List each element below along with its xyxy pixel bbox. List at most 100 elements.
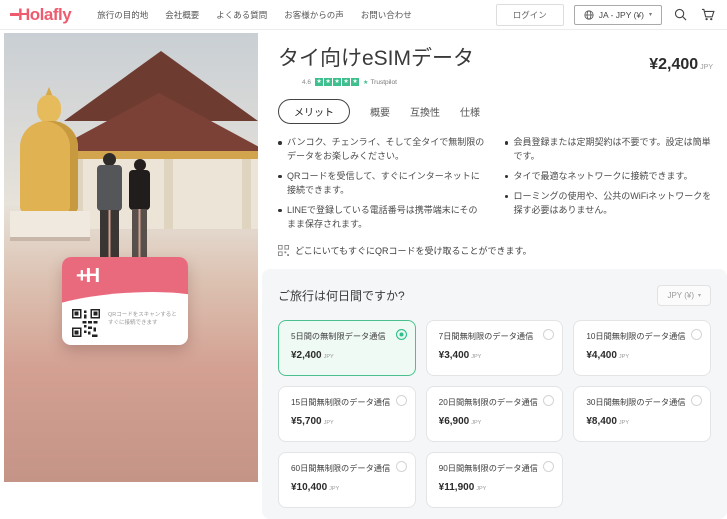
radio-selected-icon[interactable] [396,329,407,340]
plan-price-currency: JPY [471,354,481,360]
plan-price: ¥6,900JPY [439,416,539,427]
tourist-woman [132,209,147,261]
tab-overview[interactable]: 概要 [370,104,390,119]
nav-about[interactable]: 会社概要 [165,9,199,21]
star-icon: ★ [333,78,341,86]
search-icon [674,8,687,21]
search-button[interactable] [672,6,689,23]
tourist-woman [129,170,150,210]
globe-icon [584,10,594,20]
plan-price-currency: JPY [619,354,629,360]
tab-compatibility[interactable]: 互換性 [410,104,440,119]
buddha-statue [20,121,78,213]
plan-price: ¥10,400JPY [291,482,391,493]
header: Holafly 旅行の目的地 会社概要 よくある質問 お客様からの声 お問い合わ… [0,0,727,30]
main-nav: 旅行の目的地 会社概要 よくある質問 お客様からの声 お問い合わせ [97,9,412,21]
plan-label: 60日間無制限のデータ通信 [291,463,391,474]
cart-button[interactable] [699,6,717,23]
star-icon: ★ [342,78,350,86]
plan-label: 7日間無制限のデータ通信 [439,331,539,342]
plan-option-10days[interactable]: 10日間無制限のデータ通信 ¥4,400JPY [573,320,711,376]
plan-price: ¥8,400JPY [586,416,686,427]
tab-specs[interactable]: 仕様 [460,104,480,119]
plan-price-amount: ¥10,400 [291,482,327,493]
radio-icon[interactable] [543,395,554,406]
tourist-man [97,165,122,211]
plan-price-currency: JPY [324,354,334,360]
star-rating-icons: ★★★★★ [315,78,359,86]
benefit-item: LINEで登録している電話番号は携帯端末にそのまま保存されます。 [278,204,487,232]
nav-testimonials[interactable]: お客様からの声 [284,9,344,21]
price-currency: JPY [700,64,713,71]
holafly-logo[interactable]: Holafly [10,5,71,25]
radio-icon[interactable] [396,461,407,472]
locale-label: JA - JPY (¥) [599,10,644,20]
plan-price: ¥2,400JPY [291,350,391,361]
plan-option-20days[interactable]: 20日間無制限のデータ通信 ¥6,900JPY [426,386,564,442]
plan-label: 30日間無制限のデータ通信 [586,397,686,408]
plan-option-15days[interactable]: 15日間無制限のデータ通信 ¥5,700JPY [278,386,416,442]
star-icon: ★ [315,78,323,86]
product-content: タイ向けeSIMデータ ¥2,400JPY 4.6 ★★★★★ Trustpil… [260,30,727,482]
benefits-left-column: バンコク、チェンライ、そして全タイで無制限のデータをお楽しみください。 QRコー… [278,136,487,238]
plan-option-90days[interactable]: 90日間無制限のデータ通信 ¥11,900JPY [426,452,564,508]
radio-icon[interactable] [691,329,702,340]
currency-dropdown-label: JPY (¥) [667,291,694,300]
plan-price-currency: JPY [471,420,481,426]
locale-selector[interactable]: JA - JPY (¥) ▾ [574,5,662,25]
rating-widget[interactable]: 4.6 ★★★★★ Trustpilot [302,78,713,86]
plan-price-amount: ¥2,400 [291,350,322,361]
price-amount: ¥2,400 [649,56,698,73]
temple-wall [62,159,258,229]
qr-delivery-note: どこにいてもすぐにQRコードを受け取ることができます。 [278,244,713,257]
plan-price: ¥3,400JPY [439,350,539,361]
plan-question-heading: ご旅行は何日間ですか? [278,287,405,304]
plan-price: ¥5,700JPY [291,416,391,427]
radio-icon[interactable] [543,329,554,340]
nav-destinations[interactable]: 旅行の目的地 [97,9,148,21]
rating-score: 4.6 [302,79,311,86]
plan-price-currency: JPY [619,420,629,426]
plan-label: 5日間の無制限データ通信 [291,331,391,342]
qr-icon [278,245,289,256]
plan-price-amount: ¥4,400 [586,350,617,361]
plan-option-30days[interactable]: 30日間無制限のデータ通信 ¥8,400JPY [573,386,711,442]
plan-label: 15日間無制限のデータ通信 [291,397,391,408]
plan-price-amount: ¥6,900 [439,416,470,427]
temple-column [164,159,173,229]
hero-image-thailand-temple: +H QRコードをスキャンするとすぐに接続できます [4,33,258,482]
radio-icon[interactable] [691,395,702,406]
benefit-item: 会員登録または定期契約は不要です。設定は簡単です。 [505,136,714,164]
plan-option-60days[interactable]: 60日間無制限のデータ通信 ¥10,400JPY [278,452,416,508]
plan-option-5days[interactable]: 5日間の無制限データ通信 ¥2,400JPY [278,320,416,376]
plan-label: 20日間無制限のデータ通信 [439,397,539,408]
plan-price-amount: ¥5,700 [291,416,322,427]
radio-icon[interactable] [543,461,554,472]
temple-gold-trim [56,151,258,159]
nav-contact[interactable]: お問い合わせ [361,9,412,21]
currency-dropdown[interactable]: JPY (¥) ▾ [657,285,711,306]
benefits-lists: バンコク、チェンライ、そして全タイで無制限のデータをお楽しみください。 QRコー… [278,136,713,238]
plan-price-amount: ¥8,400 [586,416,617,427]
nav-faq[interactable]: よくある質問 [216,9,267,21]
plan-option-7days[interactable]: 7日間無制限のデータ通信 ¥3,400JPY [426,320,564,376]
plan-price-currency: JPY [324,420,334,426]
benefits-right-column: 会員登録または定期契約は不要です。設定は簡単です。 タイで最適なネットワークに接… [505,136,714,238]
plan-price-amount: ¥11,900 [439,482,475,493]
qr-card-caption: QRコードをスキャンするとすぐに接続できます [108,311,182,328]
star-icon: ★ [351,78,359,86]
buddha-pedestal [10,211,90,237]
temple-column [242,159,251,229]
tab-merits[interactable]: メリット [278,99,350,124]
benefit-item: タイで最適なネットワークに接続できます。 [505,170,714,184]
radio-icon[interactable] [396,395,407,406]
plan-price-currency: JPY [476,486,486,492]
login-button[interactable]: ログイン [496,4,564,26]
chevron-down-icon: ▾ [649,11,652,18]
plan-price-currency: JPY [329,486,339,492]
plan-label: 90日間無制限のデータ通信 [439,463,539,474]
qr-note-text: どこにいてもすぐにQRコードを受け取ることができます。 [295,244,532,257]
rating-source: Trustpilot [363,79,397,86]
plan-grid: 5日間の無制限データ通信 ¥2,400JPY 7日間無制限のデータ通信 ¥3,4… [278,320,711,508]
chevron-down-icon: ▾ [698,292,701,299]
